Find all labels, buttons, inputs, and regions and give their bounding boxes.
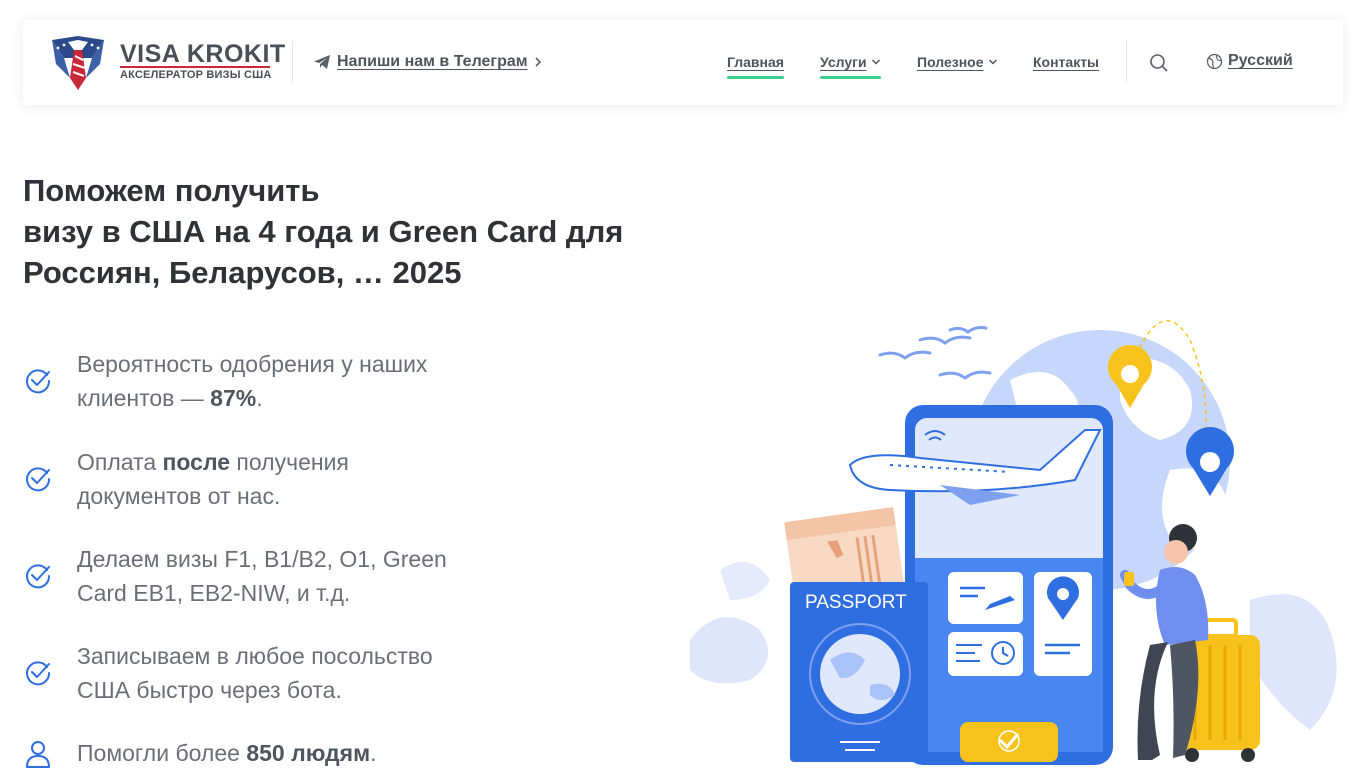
nav-useful-label: Полезное (917, 54, 984, 70)
chevron-down-icon (871, 59, 880, 65)
travel-illustration: PASSPORT (690, 320, 1337, 765)
feature-text: Вероятность одобрения у наших клиентов —… (77, 347, 477, 415)
feature-text-bold: 850 людям (246, 740, 371, 766)
feature-item: Помогли более 850 людям. (23, 736, 503, 768)
feature-text: Оплата после получения документов от нас… (77, 445, 407, 513)
feature-text-bold: после (162, 449, 231, 475)
header-divider (292, 41, 293, 83)
nav-services[interactable]: Услуги (820, 54, 881, 79)
hero-title-line: визу в США на 4 года и Green Card для (23, 214, 624, 249)
brand-name: VISA KROKIT (120, 40, 286, 68)
feature-item: Оплата после получения документов от нас… (23, 445, 503, 513)
nav-home-label: Главная (727, 54, 784, 70)
feature-text-pre: Оплата (77, 449, 163, 475)
hero-title: Поможем получить визу в США на 4 года и … (23, 170, 663, 293)
chevron-right-icon (535, 57, 541, 67)
chevron-down-icon (988, 59, 997, 65)
logo[interactable]: VISA KROKIT АКСЕЛЕРАТОР ВИЗЫ США (48, 34, 285, 92)
search-icon[interactable] (1148, 52, 1170, 74)
feature-text-pre: Записываем в любое посольство США быстро… (77, 643, 433, 703)
telegram-link-label: Напиши нам в Телеграм (337, 53, 528, 70)
feature-text-post: . (256, 385, 263, 411)
nav-home[interactable]: Главная (727, 54, 784, 79)
tie-logo-icon (52, 36, 104, 90)
brand-tagline: АКСЕЛЕРАТОР ВИЗЫ США (120, 69, 272, 81)
hero-title-line: Россиян, Беларусов, … 2025 (23, 255, 462, 290)
feature-text: Помогли более 850 людям. (77, 736, 477, 768)
feature-text-pre: Делаем визы F1, B1/B2, O1, Green Card EB… (77, 546, 447, 606)
hero-title-line: Поможем получить (23, 173, 320, 208)
feature-text-post: . (370, 740, 377, 766)
passport-label: PASSPORT (805, 592, 907, 613)
feature-item: Вероятность одобрения у наших клиентов —… (23, 347, 503, 415)
nav-contacts[interactable]: Контакты (1033, 54, 1099, 70)
user-icon (26, 741, 50, 768)
feature-text-bold: 87% (210, 385, 257, 411)
language-switcher[interactable]: Русский (1206, 52, 1293, 70)
feature-item: Записываем в любое посольство США быстро… (23, 639, 503, 707)
header-divider (1126, 41, 1127, 83)
globe-icon (1206, 53, 1223, 69)
nav-contacts-label: Контакты (1033, 54, 1100, 70)
telegram-link[interactable]: Напиши нам в Телеграм (313, 53, 542, 71)
brand-divider (120, 66, 270, 68)
nav-services-label: Услуги (820, 54, 867, 70)
feature-text: Записываем в любое посольство США быстро… (77, 639, 467, 707)
feature-text-pre: Помогли более (77, 740, 247, 766)
site-header: VISA KROKIT АКСЕЛЕРАТОР ВИЗЫ США Напиши … (23, 20, 1343, 105)
language-label: Русский (1228, 52, 1293, 69)
feature-text: Делаем визы F1, B1/B2, O1, Green Card EB… (77, 542, 477, 610)
check-circle-icon (26, 467, 51, 492)
check-circle-icon (26, 369, 51, 394)
nav-useful[interactable]: Полезное (917, 54, 998, 70)
feature-item: Делаем визы F1, B1/B2, O1, Green Card EB… (23, 542, 503, 610)
check-circle-icon (26, 564, 51, 589)
telegram-icon (314, 55, 330, 69)
check-circle-icon (26, 661, 51, 686)
